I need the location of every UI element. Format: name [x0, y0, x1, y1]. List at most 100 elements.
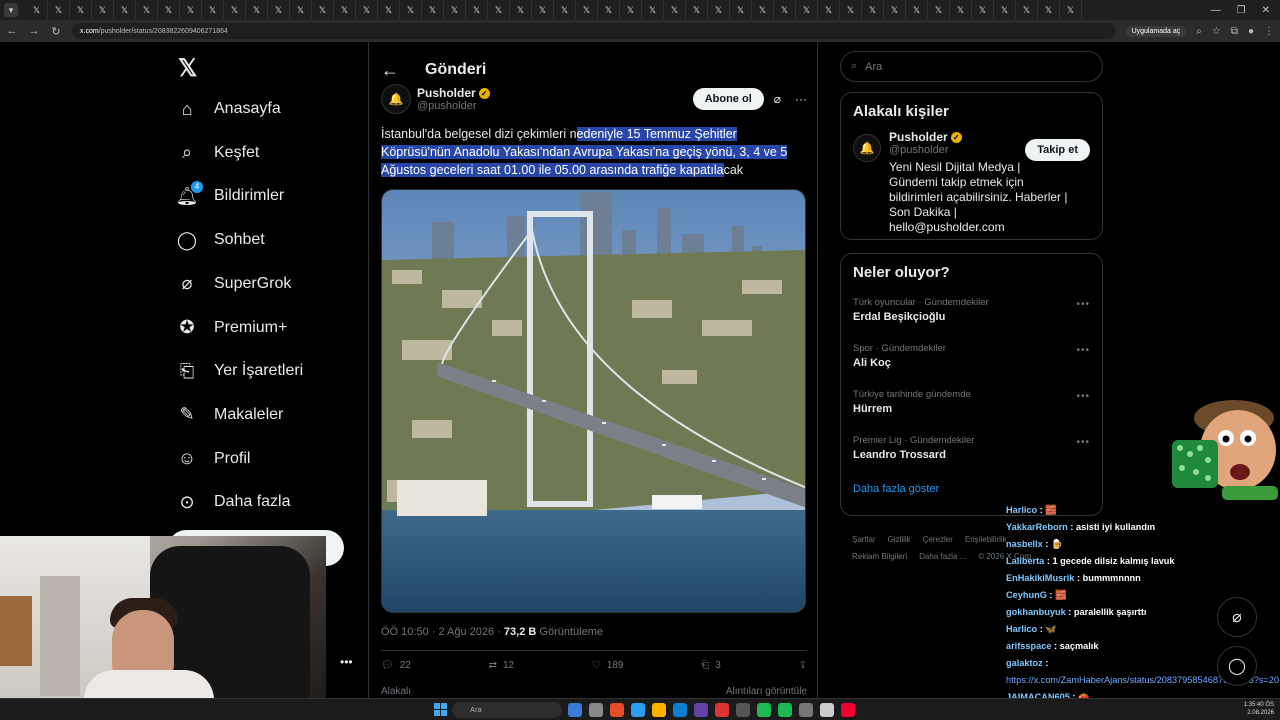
browser-tab[interactable]: 𝕏 — [796, 1, 818, 19]
trend-more-icon[interactable]: ••• — [1076, 345, 1090, 356]
browser-tab[interactable]: 𝕏 — [26, 1, 48, 19]
footer-link[interactable]: Erişilebilirlik — [965, 535, 1007, 544]
back-icon[interactable]: ← — [6, 25, 18, 37]
nav-item-grok[interactable]: ⌀ SuperGrok — [176, 266, 292, 302]
grok-icon[interactable]: ⌀ — [774, 92, 781, 106]
footer-link[interactable]: Reklam Bilgileri — [852, 552, 907, 561]
taskbar-clock[interactable]: 1:35:40 ÖS 2.08.2026 — [1244, 701, 1274, 717]
trend-more-icon[interactable]: ••• — [1076, 299, 1090, 310]
browser-tab[interactable]: 𝕏 — [642, 1, 664, 19]
browser-tab[interactable]: 𝕏 — [246, 1, 268, 19]
back-arrow-icon[interactable]: ← — [381, 60, 399, 81]
taskbar-app-icon[interactable] — [568, 703, 582, 717]
url-field[interactable]: x.com/pusholder/status/20838226094062718… — [72, 23, 1116, 39]
search-box[interactable]: ⌕ — [840, 51, 1103, 82]
browser-tab[interactable]: 𝕏 — [686, 1, 708, 19]
footer-link[interactable]: Çerezler — [923, 535, 953, 544]
footer-link[interactable]: Gizlilik — [888, 535, 911, 544]
reload-icon[interactable]: ↻ — [50, 25, 62, 38]
bookmark-button[interactable]: ⎗ 3 — [701, 660, 721, 671]
browser-tab[interactable]: 𝕏 — [620, 1, 642, 19]
browser-tab[interactable]: 𝕏 — [92, 1, 114, 19]
browser-tab[interactable]: 𝕏 — [664, 1, 686, 19]
taskbar-search[interactable]: Ara — [452, 702, 562, 718]
reply-button[interactable]: 💬︎ 22 — [381, 660, 411, 671]
post-image-bosphorus-bridge[interactable] — [381, 189, 806, 613]
x-logo-icon[interactable]: 𝕏 — [178, 54, 197, 83]
browser-tab[interactable]: 𝕏 — [466, 1, 488, 19]
browser-tab[interactable]: 𝕏 — [708, 1, 730, 19]
footer-link[interactable]: Daha fazla ... — [919, 552, 966, 561]
trend-item[interactable]: Türkiye tarihinde gündemde Hürrem ••• — [841, 383, 1102, 429]
browser-tab[interactable]: 𝕏 — [1038, 1, 1060, 19]
browser-tab[interactable]: 𝕏 — [1016, 1, 1038, 19]
browser-tab[interactable]: 𝕏 — [114, 1, 136, 19]
browser-tab[interactable]: 𝕏 — [730, 1, 752, 19]
browser-tab[interactable]: 𝕏 — [444, 1, 466, 19]
browser-tab[interactable]: 𝕏 — [48, 1, 70, 19]
browser-tab[interactable]: 𝕏 — [906, 1, 928, 19]
search-input[interactable] — [865, 60, 1066, 73]
taskbar-app-icon[interactable] — [820, 703, 834, 717]
author-name[interactable]: Pusholder — [417, 86, 476, 100]
browser-tab[interactable]: 𝕏 — [884, 1, 906, 19]
taskbar-app-icon[interactable] — [757, 703, 771, 717]
close-icon[interactable]: ✕ — [1262, 5, 1270, 16]
browser-tab[interactable]: 𝕏 — [422, 1, 444, 19]
trend-item[interactable]: Premier Lig · Gündemdekiler Leandro Tross… — [841, 429, 1102, 475]
grok-floating-button[interactable]: ⌀ — [1217, 597, 1257, 637]
nav-item-profile[interactable]: ☺ Profil — [176, 441, 251, 477]
open-in-app-button[interactable]: Uygulamada aç — [1125, 25, 1187, 37]
browser-tab[interactable]: 𝕏 — [202, 1, 224, 19]
menu-dots-icon[interactable]: ⋮ — [1264, 26, 1274, 37]
taskbar-app-icon[interactable] — [652, 703, 666, 717]
show-more-link[interactable]: Daha fazla göster — [841, 475, 1102, 495]
browser-tab[interactable]: 𝕏 — [818, 1, 840, 19]
profile-avatar-icon[interactable]: ● — [1248, 26, 1254, 37]
browser-tab[interactable]: 𝕏 — [994, 1, 1016, 19]
post-timestamp[interactable]: ÖÖ 10:50 · 2 Ağu 2026 · — [381, 626, 501, 638]
footer-link[interactable]: Şartlar — [852, 535, 876, 544]
messages-floating-button[interactable]: ◯ — [1217, 646, 1257, 686]
follow-button[interactable]: Takip et — [1025, 139, 1090, 161]
author-handle[interactable]: @pusholder — [417, 100, 490, 112]
person-avatar[interactable]: 🔔 — [853, 134, 881, 162]
person-name[interactable]: Pusholder — [889, 130, 948, 144]
browser-tab[interactable]: 𝕏 — [400, 1, 422, 19]
nav-item-article[interactable]: ✎ Makaleler — [176, 397, 283, 433]
trend-item[interactable]: Spor · Gündemdekiler Ali Koç ••• — [841, 337, 1102, 383]
browser-tab[interactable]: 𝕏 — [1060, 1, 1082, 19]
taskbar-app-icon[interactable] — [610, 703, 624, 717]
nav-item-bookmark[interactable]: ⎗ Yer İşaretleri — [176, 353, 303, 389]
browser-tab[interactable]: 𝕏 — [840, 1, 862, 19]
nav-item-chat[interactable]: ◯ Sohbet — [176, 222, 265, 258]
like-button[interactable]: ♡ 189 — [592, 660, 624, 671]
bookmark-star-icon[interactable]: ☆ — [1212, 26, 1221, 37]
browser-tab[interactable]: 𝕏 — [70, 1, 92, 19]
browser-tab[interactable]: 𝕏 — [488, 1, 510, 19]
tab-menu-icon[interactable]: ▾ — [4, 3, 18, 17]
browser-tab[interactable]: 𝕏 — [554, 1, 576, 19]
browser-tab[interactable]: 𝕏 — [268, 1, 290, 19]
browser-tab[interactable]: 𝕏 — [576, 1, 598, 19]
browser-tab[interactable]: 𝕏 — [290, 1, 312, 19]
zoom-icon[interactable]: ⌕ — [1196, 26, 1202, 37]
browser-tab[interactable]: 𝕏 — [950, 1, 972, 19]
start-icon[interactable] — [434, 703, 447, 716]
browser-tab[interactable]: 𝕏 — [972, 1, 994, 19]
taskbar-app-icon[interactable] — [778, 703, 792, 717]
browser-tab[interactable]: 𝕏 — [224, 1, 246, 19]
browser-tab[interactable]: 𝕏 — [752, 1, 774, 19]
restore-icon[interactable]: ❐ — [1237, 5, 1246, 16]
browser-tab[interactable]: 𝕏 — [312, 1, 334, 19]
taskbar-app-icon[interactable] — [841, 703, 855, 717]
taskbar-app-icon[interactable] — [694, 703, 708, 717]
taskbar-app-icon[interactable] — [673, 703, 687, 717]
view-quotes-link[interactable]: Alıntıları görüntüle — [726, 686, 807, 697]
nav-item-more[interactable]: ⊙ Daha fazla — [176, 484, 290, 520]
taskbar-app-icon[interactable] — [589, 703, 603, 717]
trend-item[interactable]: Türk oyuncular · Gündemdekiler Erdal Beşi… — [841, 291, 1102, 337]
browser-tab[interactable]: 𝕏 — [532, 1, 554, 19]
extensions-icon[interactable]: ⧉ — [1231, 26, 1238, 37]
more-options-icon[interactable]: ··· — [795, 92, 807, 106]
